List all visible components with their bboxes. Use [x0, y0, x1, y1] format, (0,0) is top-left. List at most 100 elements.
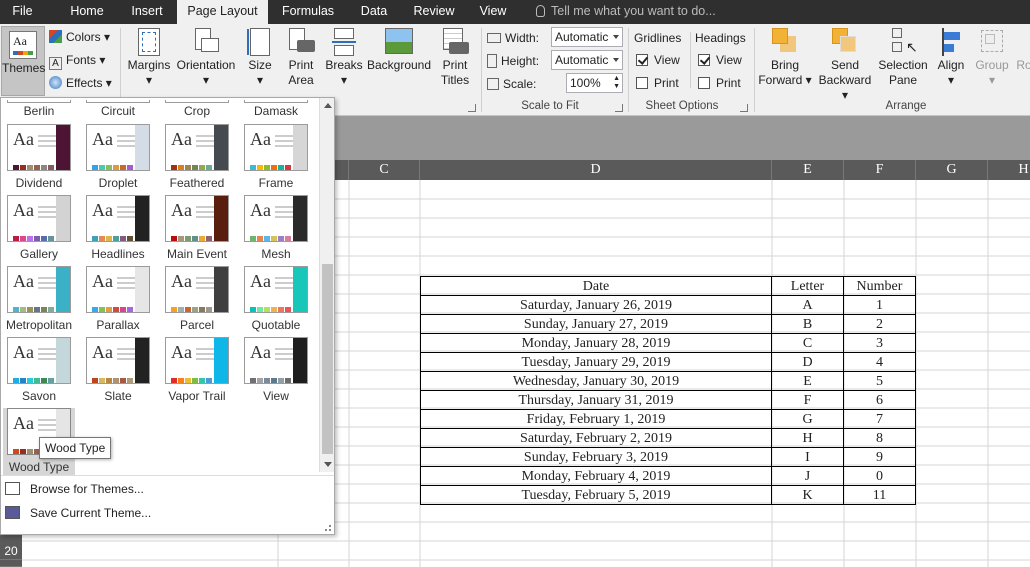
- theme-option[interactable]: Aa Metropolitan: [3, 266, 75, 334]
- theme-option[interactable]: Aa Headlines: [82, 195, 154, 263]
- table-cell[interactable]: F: [771, 390, 844, 410]
- tab-view[interactable]: View: [470, 0, 516, 24]
- bring-forward-button[interactable]: Bring Forward ▾: [757, 28, 813, 88]
- gridlines-view-checkbox[interactable]: View: [636, 52, 680, 68]
- theme-option[interactable]: Aa Parallax: [82, 266, 154, 334]
- row-header-20[interactable]: 20: [0, 543, 22, 560]
- table-cell[interactable]: 3: [843, 333, 916, 353]
- headings-view-checkbox[interactable]: View: [698, 52, 742, 68]
- theme-option[interactable]: Berlin: [3, 100, 75, 118]
- size-button[interactable]: Size ▾: [244, 28, 276, 88]
- tab-insert[interactable]: Insert: [120, 0, 174, 24]
- print-titles-button[interactable]: Print Titles: [437, 28, 473, 88]
- tab-file[interactable]: File: [0, 0, 45, 24]
- table-cell[interactable]: Saturday, February 2, 2019: [420, 428, 772, 448]
- headings-print-checkbox[interactable]: Print: [698, 75, 741, 91]
- table-cell[interactable]: Sunday, January 27, 2019: [420, 314, 772, 334]
- send-backward-button[interactable]: Send Backward ▾: [815, 28, 875, 103]
- table-cell[interactable]: 2: [843, 314, 916, 334]
- table-cell[interactable]: E: [771, 371, 844, 391]
- table-cell[interactable]: 9: [843, 447, 916, 467]
- resize-grip-icon[interactable]: [325, 525, 331, 531]
- print-area-button[interactable]: Print Area: [284, 28, 318, 88]
- theme-option[interactable]: Crop: [161, 100, 233, 118]
- table-cell[interactable]: D: [771, 352, 844, 372]
- orientation-button[interactable]: Orientation ▾: [175, 28, 237, 88]
- fonts-button[interactable]: A Fonts ▾: [49, 52, 105, 70]
- column-header-g[interactable]: G: [916, 160, 988, 180]
- table-cell[interactable]: K: [771, 485, 844, 505]
- table-cell[interactable]: G: [771, 409, 844, 429]
- table-cell[interactable]: Monday, January 28, 2019: [420, 333, 772, 353]
- align-button[interactable]: Align ▾: [932, 28, 970, 88]
- tab-page-layout[interactable]: Page Layout: [177, 0, 268, 24]
- selection-pane-button[interactable]: ↖ Selection Pane: [876, 28, 930, 88]
- colors-button[interactable]: Colors ▾: [49, 29, 110, 45]
- breaks-button[interactable]: Breaks ▾: [325, 28, 363, 88]
- tab-data[interactable]: Data: [350, 0, 398, 24]
- table-cell[interactable]: A: [771, 295, 844, 315]
- table-cell[interactable]: Tuesday, January 29, 2019: [420, 352, 772, 372]
- column-header-f[interactable]: F: [844, 160, 916, 180]
- column-header-h[interactable]: H: [988, 160, 1030, 180]
- theme-option[interactable]: Aa Droplet: [82, 124, 154, 192]
- effects-button[interactable]: Effects ▾: [49, 75, 112, 91]
- margins-button[interactable]: Margins ▾: [126, 28, 172, 88]
- table-cell[interactable]: Wednesday, January 30, 2019: [420, 371, 772, 391]
- rotate-button[interactable]: Ro: [1014, 28, 1030, 73]
- table-cell[interactable]: Saturday, January 26, 2019: [420, 295, 772, 315]
- background-button[interactable]: Background: [366, 28, 432, 73]
- theme-option[interactable]: Aa Gallery: [3, 195, 75, 263]
- scroll-up-icon[interactable]: [324, 103, 332, 108]
- scale-to-fit-launcher-icon[interactable]: [615, 104, 623, 112]
- table-cell[interactable]: Monday, February 4, 2019: [420, 466, 772, 486]
- table-header-cell[interactable]: Number: [843, 276, 916, 296]
- theme-option[interactable]: Aa Slate: [82, 337, 154, 405]
- tab-review[interactable]: Review: [405, 0, 463, 24]
- table-cell[interactable]: Thursday, January 31, 2019: [420, 390, 772, 410]
- table-cell[interactable]: 8: [843, 428, 916, 448]
- theme-option[interactable]: Aa Frame: [240, 124, 312, 192]
- tab-formulas[interactable]: Formulas: [272, 0, 344, 24]
- table-cell[interactable]: J: [771, 466, 844, 486]
- table-cell[interactable]: Friday, February 1, 2019: [420, 409, 772, 429]
- table-cell[interactable]: H: [771, 428, 844, 448]
- table-cell[interactable]: 4: [843, 352, 916, 372]
- table-cell[interactable]: 0: [843, 466, 916, 486]
- theme-option[interactable]: Aa Quotable: [240, 266, 312, 334]
- width-select[interactable]: Automatic: [551, 27, 623, 47]
- table-cell[interactable]: Tuesday, February 5, 2019: [420, 485, 772, 505]
- column-header-e[interactable]: E: [772, 160, 844, 180]
- theme-option[interactable]: Aa Main Event: [161, 195, 233, 263]
- tell-me-box[interactable]: Tell me what you want to do...: [536, 0, 716, 24]
- scrollbar-thumb[interactable]: [322, 264, 333, 454]
- table-cell[interactable]: 5: [843, 371, 916, 391]
- table-cell[interactable]: B: [771, 314, 844, 334]
- theme-option[interactable]: Aa View: [240, 337, 312, 405]
- save-current-theme-item[interactable]: Save Current Theme...: [5, 502, 325, 524]
- theme-option[interactable]: Aa Feathered: [161, 124, 233, 192]
- column-header-d[interactable]: D: [420, 160, 772, 180]
- scroll-down-icon[interactable]: [324, 462, 332, 467]
- table-cell[interactable]: I: [771, 447, 844, 467]
- table-cell[interactable]: 1: [843, 295, 916, 315]
- group-button[interactable]: Group ▾: [972, 28, 1012, 88]
- theme-option[interactable]: Aa Mesh: [240, 195, 312, 263]
- table-cell[interactable]: 7: [843, 409, 916, 429]
- themes-button[interactable]: Aa Themes: [1, 26, 45, 96]
- theme-option[interactable]: Aa Dividend: [3, 124, 75, 192]
- table-cell[interactable]: Sunday, February 3, 2019: [420, 447, 772, 467]
- table-header-cell[interactable]: Letter: [771, 276, 844, 296]
- gallery-scrollbar[interactable]: [319, 98, 334, 472]
- spinner-arrows-icon[interactable]: ▲ ▼: [613, 75, 620, 91]
- theme-option[interactable]: Aa Savon: [3, 337, 75, 405]
- scale-spinner[interactable]: 100% ▲ ▼: [566, 73, 623, 93]
- page-setup-launcher-icon[interactable]: [468, 104, 476, 112]
- sheet-options-launcher-icon[interactable]: [740, 104, 748, 112]
- browse-for-themes-item[interactable]: Browse for Themes...: [5, 478, 325, 500]
- column-header-c[interactable]: C: [349, 160, 420, 180]
- theme-option[interactable]: Aa Vapor Trail: [161, 337, 233, 405]
- theme-option[interactable]: Aa Parcel: [161, 266, 233, 334]
- theme-option[interactable]: Damask: [240, 100, 312, 118]
- tab-home[interactable]: Home: [57, 0, 117, 24]
